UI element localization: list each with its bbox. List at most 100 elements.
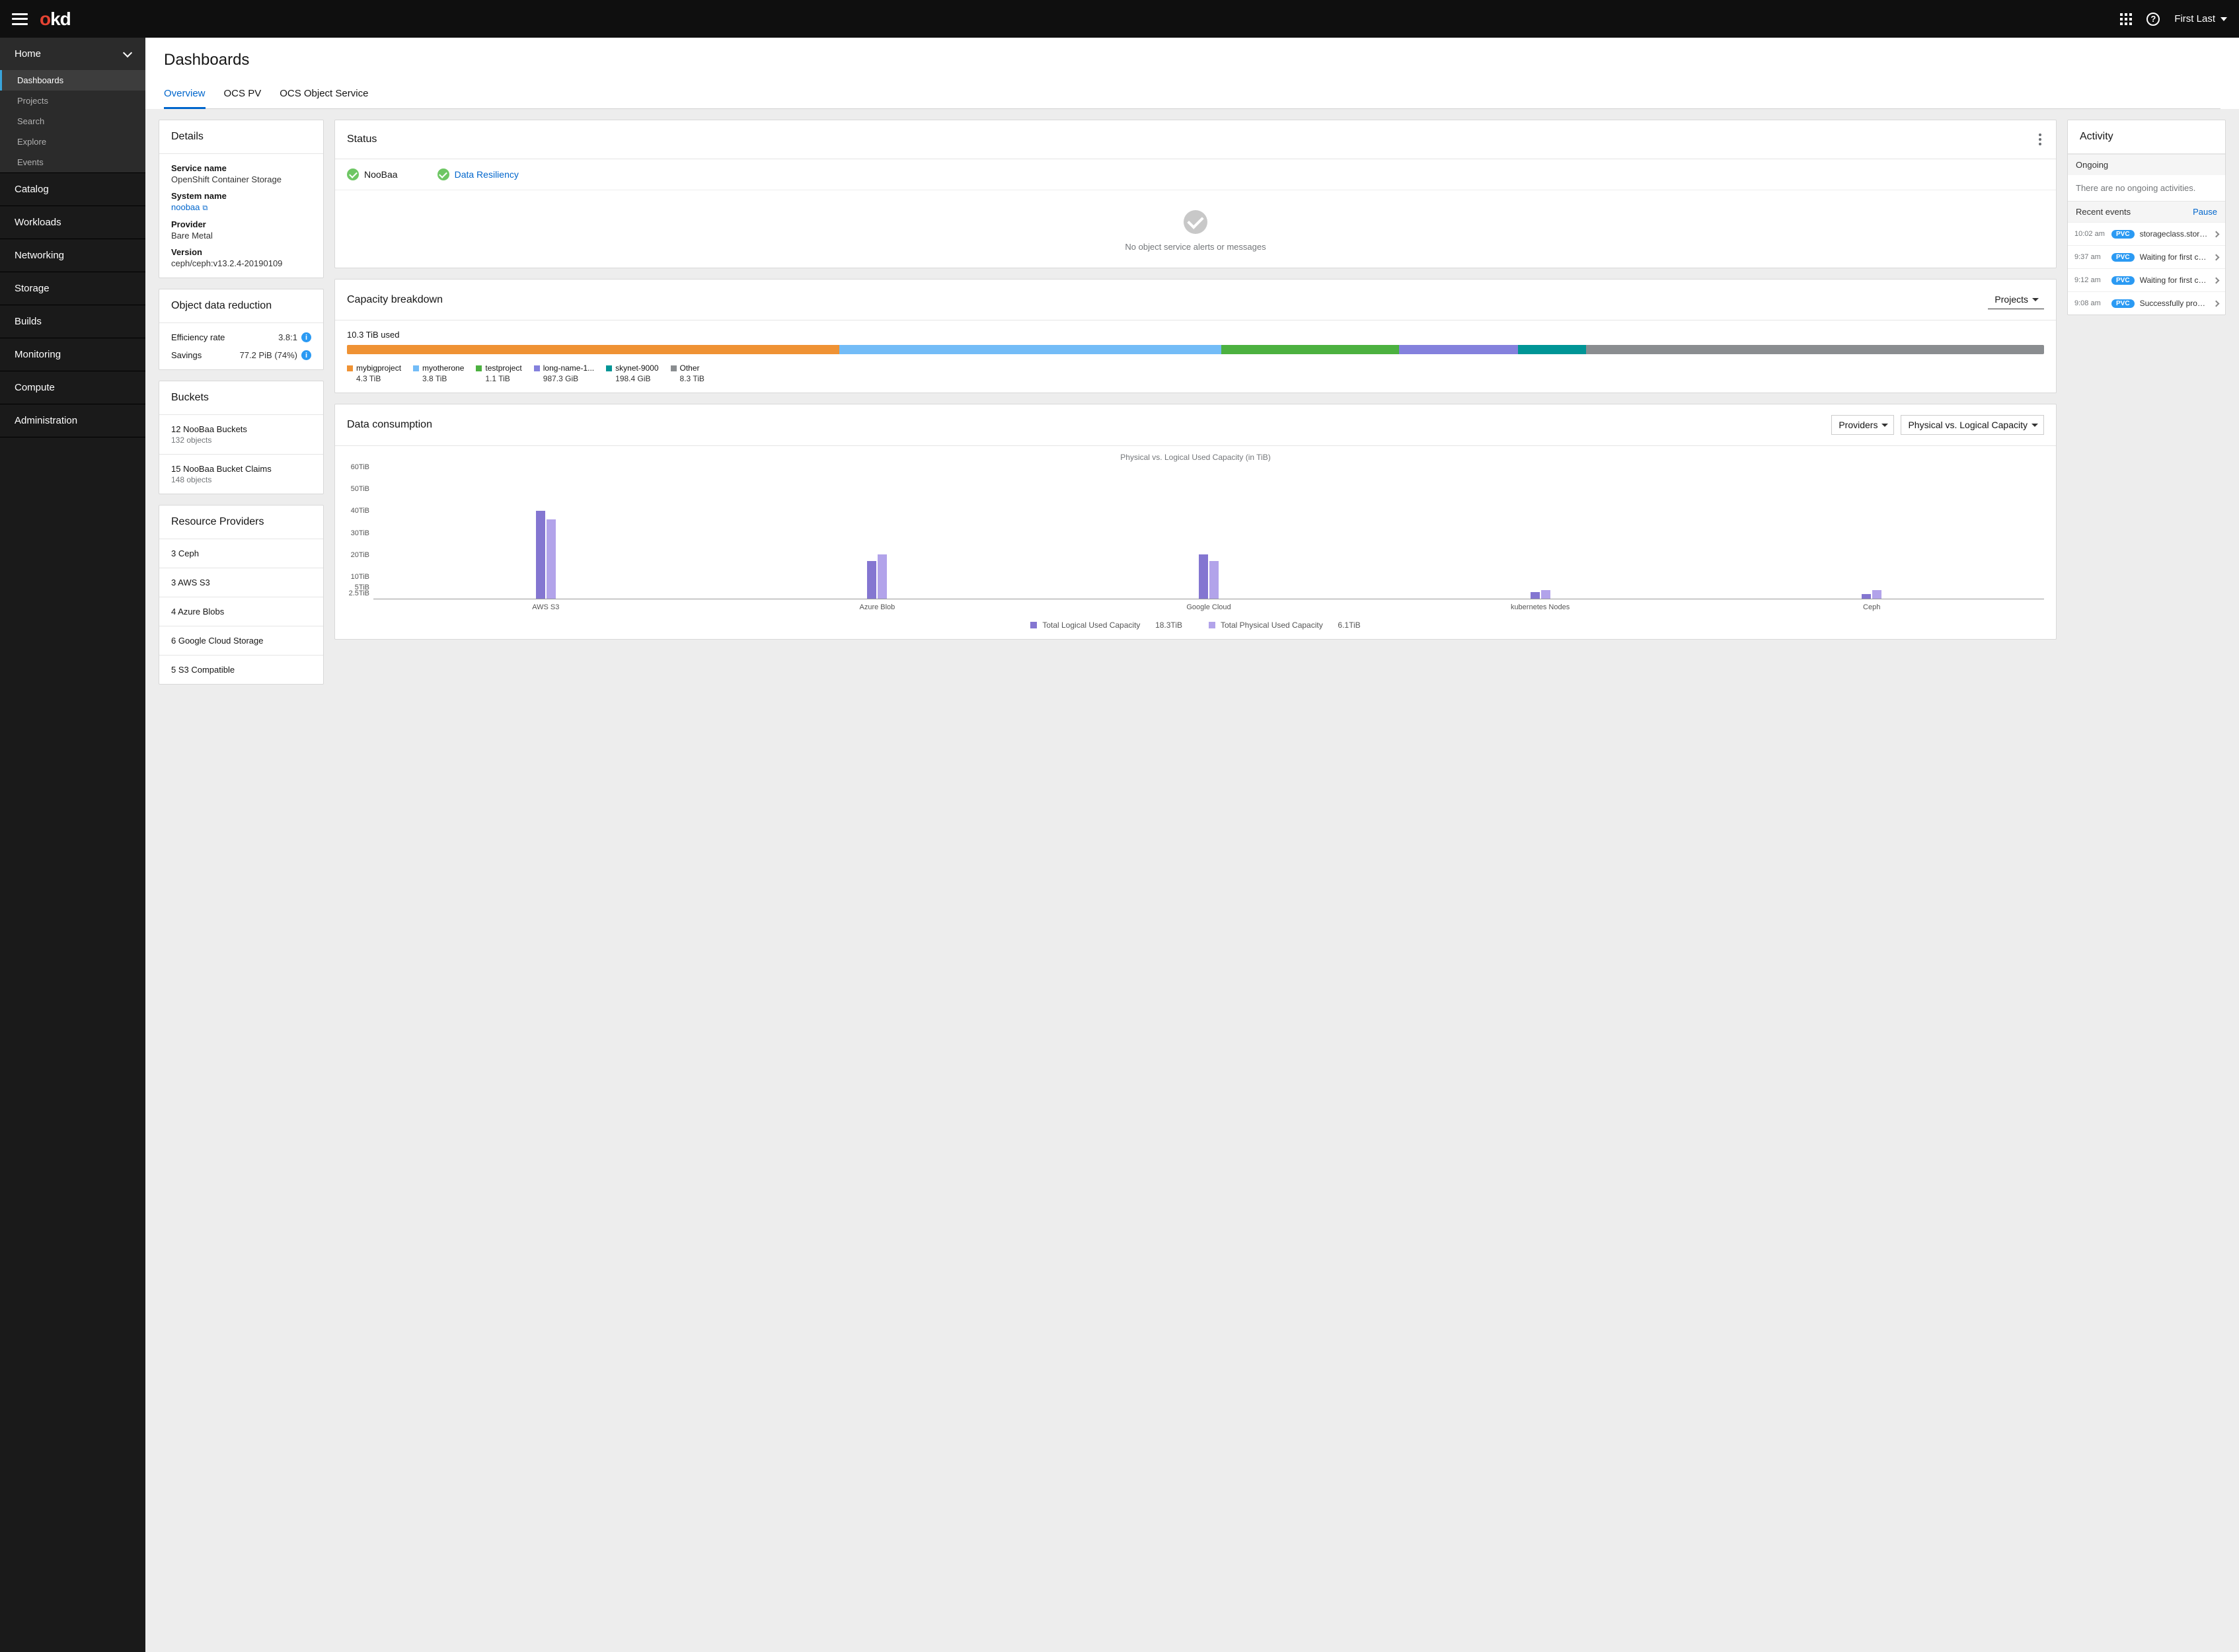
apps-grid-icon[interactable] bbox=[2120, 13, 2132, 25]
sidebar-item-workloads[interactable]: Workloads bbox=[0, 206, 145, 239]
status-data-resiliency: Data Resiliency bbox=[437, 169, 519, 180]
service-name-value: OpenShift Container Storage bbox=[171, 174, 311, 184]
event-row[interactable]: 9:37 amPVCWaiting for first consu... bbox=[2068, 245, 2225, 268]
sidebar-item-networking[interactable]: Networking bbox=[0, 239, 145, 272]
capacity-legend-item: myotherone3.8 TiB bbox=[413, 363, 464, 383]
event-time: 9:37 am bbox=[2074, 253, 2106, 261]
bar-logical bbox=[536, 511, 545, 599]
legend-swatch bbox=[476, 365, 482, 371]
sidebar-item-catalog[interactable]: Catalog bbox=[0, 173, 145, 206]
success-icon bbox=[437, 169, 449, 180]
buckets-card: Buckets 12 NooBaa Buckets132 objects15 N… bbox=[159, 381, 324, 494]
sidebar-item-events[interactable]: Events bbox=[0, 152, 145, 172]
tab-overview[interactable]: Overview bbox=[164, 81, 206, 109]
legend-swatch bbox=[671, 365, 677, 371]
bar-group bbox=[867, 554, 887, 599]
activity-card: Activity Ongoing There are no ongoing ac… bbox=[2067, 120, 2226, 315]
tabs: Overview OCS PV OCS Object Service bbox=[164, 81, 2220, 109]
details-heading: Details bbox=[159, 120, 323, 154]
capacity-legend-item: Other8.3 TiB bbox=[671, 363, 710, 383]
help-icon[interactable]: ? bbox=[2146, 13, 2160, 26]
savings-value: 77.2 PiB (74%) bbox=[240, 350, 297, 360]
bar-logical bbox=[1862, 594, 1871, 599]
provider-row[interactable]: 3 AWS S3 bbox=[159, 568, 323, 597]
capacity-legend-item: testproject1.1 TiB bbox=[476, 363, 521, 383]
kebab-icon[interactable] bbox=[2036, 131, 2044, 148]
legend-physical-label: Total Physical Used Capacity bbox=[1221, 620, 1323, 630]
x-label: Ceph bbox=[1706, 603, 2037, 611]
efficiency-label: Efficiency rate bbox=[171, 332, 225, 342]
sidebar-item-explore[interactable]: Explore bbox=[0, 131, 145, 152]
bar-group bbox=[1531, 590, 1550, 599]
capacity-segment bbox=[1399, 345, 1518, 354]
consumption-sel-metric[interactable]: Physical vs. Logical Capacity bbox=[1901, 415, 2044, 435]
provider-row[interactable]: 3 Ceph bbox=[159, 539, 323, 568]
pause-button[interactable]: Pause bbox=[2193, 207, 2217, 217]
sidebar-item-monitoring[interactable]: Monitoring bbox=[0, 338, 145, 371]
capacity-segment bbox=[1586, 345, 2044, 354]
page-title: Dashboards bbox=[164, 51, 2220, 69]
sidebar-home-header[interactable]: Home bbox=[0, 38, 145, 70]
x-label: Google Cloud bbox=[1043, 603, 1375, 611]
sidebar-item-administration[interactable]: Administration bbox=[0, 404, 145, 437]
legend-swatch bbox=[413, 365, 419, 371]
service-name-label: Service name bbox=[171, 163, 311, 173]
capacity-segment bbox=[1221, 345, 1400, 354]
y-tick: 60TiB bbox=[351, 463, 369, 471]
ongoing-header: Ongoing bbox=[2068, 154, 2225, 175]
status-noobaa: NooBaa bbox=[347, 169, 398, 180]
sidebar-item-storage[interactable]: Storage bbox=[0, 272, 145, 305]
capacity-legend-item: skynet-9000198.4 GiB bbox=[606, 363, 658, 383]
event-time: 9:12 am bbox=[2074, 276, 2106, 284]
x-label: Azure Blob bbox=[712, 603, 1044, 611]
y-tick: 50TiB bbox=[351, 485, 369, 493]
event-row[interactable]: 9:12 amPVCWaiting for first consu... bbox=[2068, 268, 2225, 291]
bucket-row[interactable]: 15 NooBaa Bucket Claims148 objects bbox=[159, 454, 323, 494]
version-value: ceph/ceph:v13.2.4-20190109 bbox=[171, 258, 311, 268]
ongoing-empty: There are no ongoing activities. bbox=[2068, 175, 2225, 201]
chevron-right-icon bbox=[2213, 254, 2220, 260]
chevron-right-icon bbox=[2213, 231, 2220, 237]
chevron-down-icon bbox=[123, 48, 132, 57]
bucket-row[interactable]: 12 NooBaa Buckets132 objects bbox=[159, 415, 323, 454]
sidebar-item-projects[interactable]: Projects bbox=[0, 91, 145, 111]
sidebar-item-dashboards[interactable]: Dashboards bbox=[0, 70, 145, 91]
topbar: okd ? First Last bbox=[0, 0, 2239, 38]
provider-row[interactable]: 6 Google Cloud Storage bbox=[159, 626, 323, 655]
chevron-right-icon bbox=[2213, 277, 2220, 283]
y-tick: 40TiB bbox=[351, 507, 369, 515]
chart-title: Physical vs. Logical Used Capacity (in T… bbox=[347, 453, 2044, 462]
capacity-legend-item: mybigproject4.3 TiB bbox=[347, 363, 401, 383]
user-menu[interactable]: First Last bbox=[2174, 13, 2227, 24]
sidebar-item-search[interactable]: Search bbox=[0, 111, 145, 131]
savings-label: Savings bbox=[171, 350, 202, 360]
bar-physical bbox=[878, 554, 887, 599]
capacity-segment bbox=[347, 345, 839, 354]
consumption-sel-providers[interactable]: Providers bbox=[1831, 415, 1894, 435]
capacity-selector[interactable]: Projects bbox=[1988, 290, 2044, 309]
legend-swatch-physical bbox=[1209, 622, 1215, 628]
hamburger-menu-icon[interactable] bbox=[12, 13, 28, 25]
tab-ocs-object-service[interactable]: OCS Object Service bbox=[280, 81, 368, 108]
sidebar-item-compute[interactable]: Compute bbox=[0, 371, 145, 404]
capacity-segment bbox=[839, 345, 1221, 354]
provider-row[interactable]: 4 Azure Blobs bbox=[159, 597, 323, 626]
y-tick: 30TiB bbox=[351, 529, 369, 537]
success-icon bbox=[347, 169, 359, 180]
system-name-link[interactable]: noobaa bbox=[171, 202, 200, 212]
info-icon[interactable]: i bbox=[301, 350, 311, 360]
user-name: First Last bbox=[2174, 13, 2215, 24]
main: Dashboards Overview OCS PV OCS Object Se… bbox=[145, 38, 2239, 1652]
capacity-card: Capacity breakdown Projects 10.3 TiB use… bbox=[334, 279, 2057, 393]
pvc-badge: PVC bbox=[2111, 253, 2135, 262]
reduction-card: Object data reduction Efficiency rate 3.… bbox=[159, 289, 324, 370]
event-row[interactable]: 10:02 amPVCstorageclass.storage.k... bbox=[2068, 222, 2225, 245]
okd-logo: okd bbox=[40, 9, 71, 30]
tab-ocs-pv[interactable]: OCS PV bbox=[224, 81, 262, 108]
provider-row[interactable]: 5 S3 Compatible bbox=[159, 655, 323, 684]
pvc-badge: PVC bbox=[2111, 299, 2135, 308]
event-row[interactable]: 9:08 amPVCSuccessfully provision... bbox=[2068, 291, 2225, 315]
info-icon[interactable]: i bbox=[301, 332, 311, 342]
sidebar-item-builds[interactable]: Builds bbox=[0, 305, 145, 338]
provider-label: Provider bbox=[171, 219, 311, 229]
